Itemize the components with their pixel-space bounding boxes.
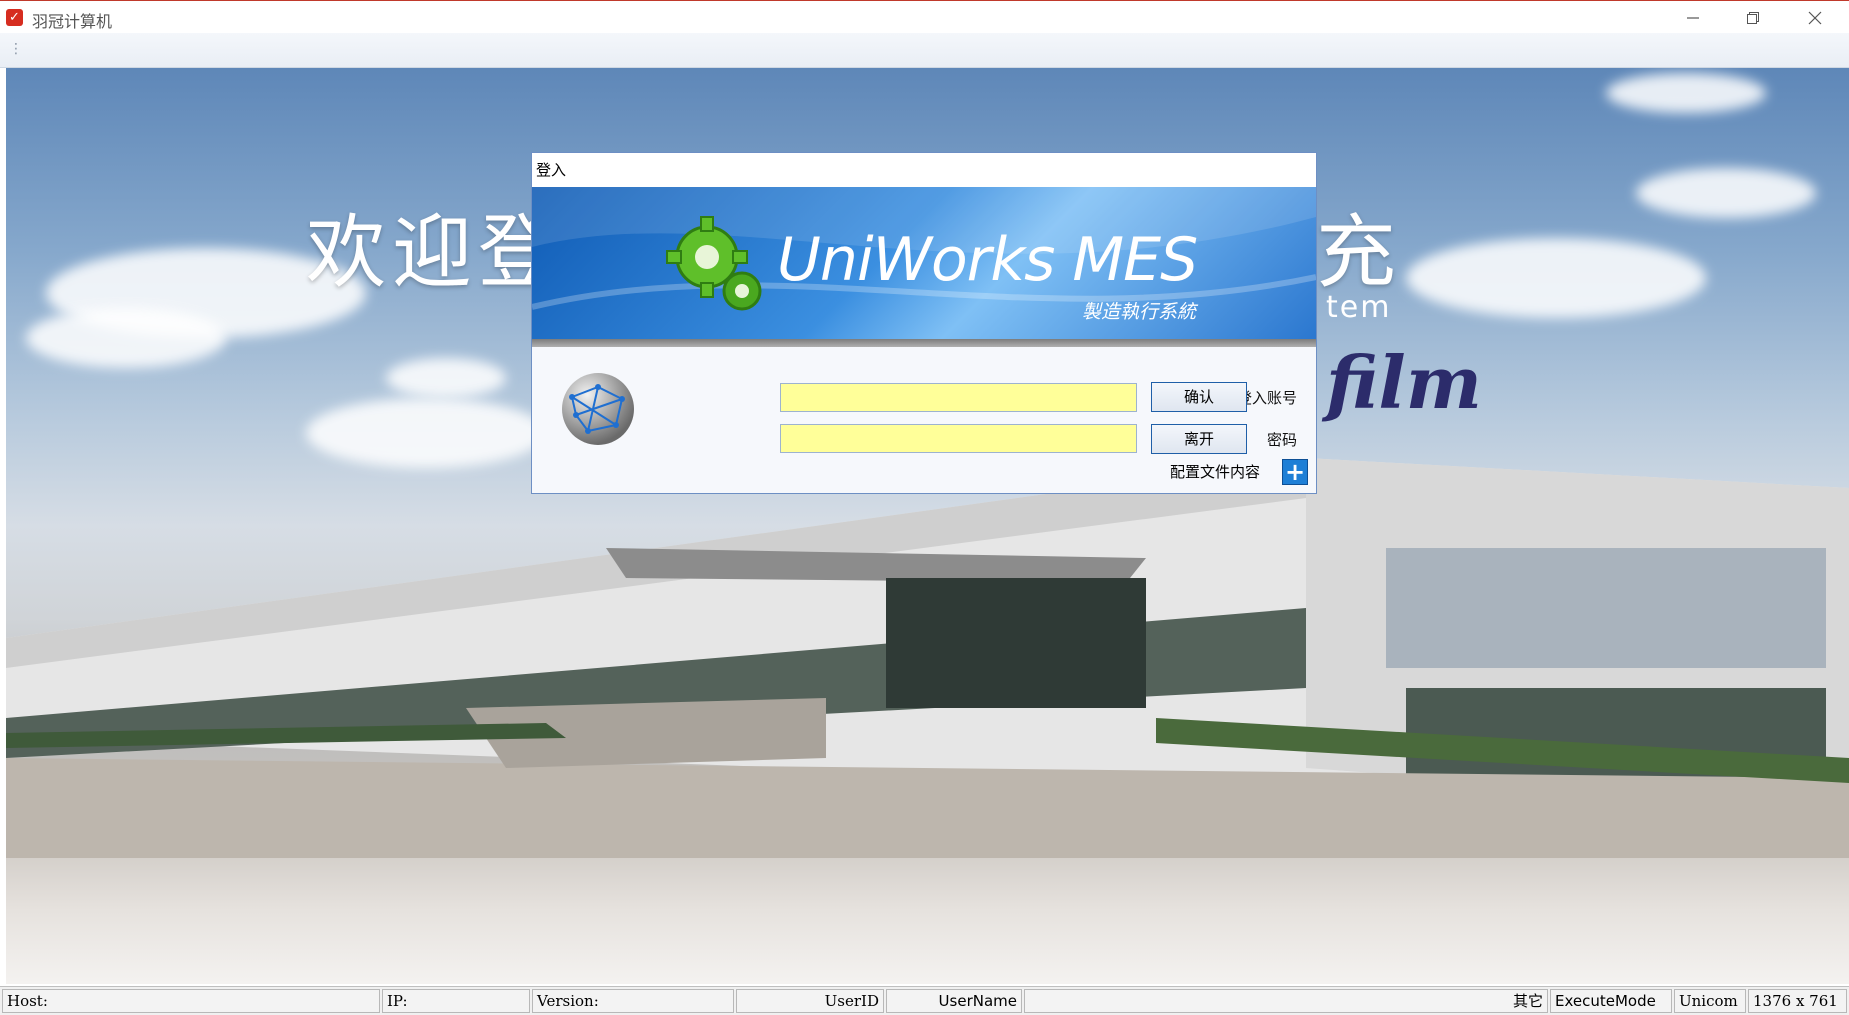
password-input[interactable] — [780, 424, 1137, 453]
restore-button[interactable] — [1723, 1, 1783, 34]
product-banner: UniWorks MES 製造執行系統 — [532, 187, 1316, 339]
status-bar: Host: IP: Version: UserID UserName 其它 Ex… — [0, 986, 1849, 1015]
system-subtitle-tail: tem — [1326, 290, 1392, 325]
minimize-button[interactable] — [1663, 1, 1723, 34]
brand-subtitle: 製造執行系統 — [1082, 301, 1197, 323]
confirm-button[interactable]: 确认 — [1151, 382, 1247, 412]
gear-icon — [666, 216, 762, 311]
dialog-title: 登入 — [536, 161, 567, 179]
close-icon — [1808, 11, 1822, 24]
status-host: Host: — [2, 989, 380, 1013]
brand-name: UniWorks MES — [777, 225, 1198, 295]
welcome-heading-tail: 充 — [1316, 206, 1396, 299]
toolbar: ⋮ — [0, 33, 1849, 68]
status-version: Version: — [532, 989, 734, 1013]
status-username: UserName — [886, 989, 1022, 1013]
status-other: 其它 — [1024, 989, 1548, 1013]
close-button[interactable] — [1785, 1, 1845, 34]
status-userid: UserID — [736, 989, 884, 1013]
toolbar-grip-icon[interactable]: ⋮ — [9, 42, 23, 56]
config-file-label: 配置文件内容 — [1170, 463, 1261, 481]
banner-divider — [532, 339, 1316, 347]
window-title: 羽冠计算机 — [32, 12, 113, 31]
welcome-heading: 欢迎登 — [306, 206, 564, 299]
minimize-icon — [1687, 16, 1699, 19]
restore-icon — [1747, 11, 1759, 24]
globe-icon — [562, 373, 634, 445]
leave-button[interactable]: 离开 — [1151, 424, 1247, 454]
account-input[interactable] — [780, 383, 1137, 412]
title-bar: ✓ 羽冠计算机 — [0, 0, 1849, 33]
status-execute-mode: ExecuteMode — [1550, 989, 1672, 1013]
cloud — [1636, 168, 1816, 218]
login-panel: 登入账号 确认 密码 离开 配置文件内容 + — [532, 347, 1316, 493]
login-dialog: 登入 UniWorks MES 製造執行系統 登入账号 确认 密码 离开 配置文… — [531, 152, 1317, 494]
status-unicom: Unicom — [1674, 989, 1746, 1013]
cloud — [1406, 238, 1706, 318]
app-logo-icon: ✓ — [6, 9, 23, 26]
status-resolution: 1376 x 761 — [1748, 989, 1847, 1013]
status-ip: IP: — [382, 989, 530, 1013]
company-sign: film — [1326, 340, 1482, 425]
cloud — [1606, 73, 1766, 113]
plus-icon[interactable]: + — [1282, 459, 1308, 485]
